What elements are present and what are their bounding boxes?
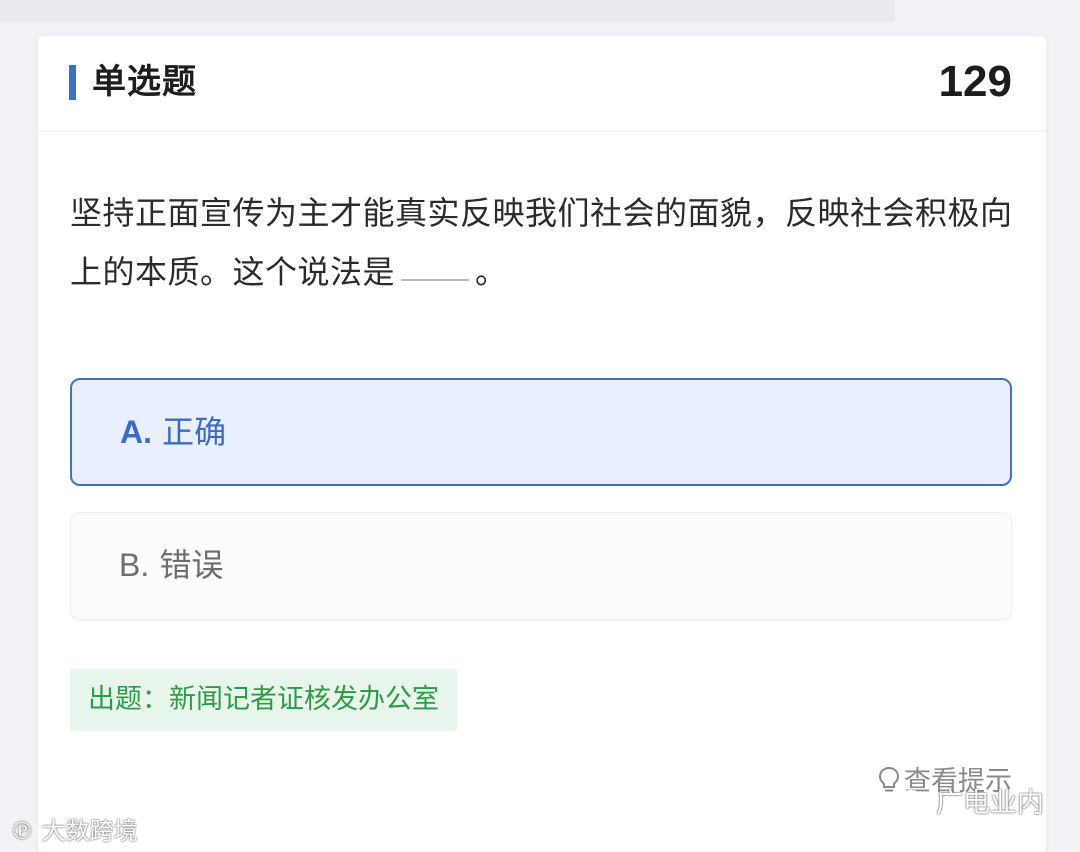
watermark-left: ℗ 大数跨境	[10, 816, 138, 846]
watermark-left-text: 大数跨境	[41, 817, 138, 845]
option-a-letter: A.	[120, 414, 152, 450]
source-tag: 出题：新闻记者证核发办公室	[70, 669, 457, 731]
question-text: 坚持正面宣传为主才能真实反映我们社会的面貌，反映社会积极向上的本质。这个说法是。	[70, 184, 1020, 302]
question-header: 单选题 129	[38, 36, 1046, 132]
answer-blank	[401, 278, 470, 281]
option-b-text: B. 错误	[119, 543, 223, 587]
lightbulb-icon	[878, 766, 900, 792]
top-strip	[0, 0, 895, 22]
question-text-main: 坚持正面宣传为主才能真实反映我们社会的面貌，反映社会积极向上的本质。这个说法是	[70, 194, 1013, 291]
watermark-left-logo-icon: ℗	[10, 817, 34, 845]
wechat-icon	[898, 789, 931, 815]
option-b-letter: B.	[119, 547, 150, 583]
option-b[interactable]: B. 错误	[70, 512, 1012, 620]
watermark-right-text: 广电业内	[936, 788, 1044, 819]
watermark-right: 广电业内	[898, 786, 1044, 822]
option-a[interactable]: A. 正确	[70, 378, 1012, 486]
question-type-title: 单选题	[92, 62, 197, 102]
question-card: 单选题 129 坚持正面宣传为主才能真实反映我们社会的面貌，反映社会积极向上的本…	[38, 36, 1046, 852]
option-a-label: 正确	[162, 413, 227, 451]
question-number: 129	[938, 57, 1012, 106]
question-text-end: 。	[475, 253, 508, 291]
header-accent-bar	[69, 65, 76, 100]
option-b-label: 错误	[159, 546, 224, 584]
option-a-text: A. 正确	[120, 410, 226, 454]
